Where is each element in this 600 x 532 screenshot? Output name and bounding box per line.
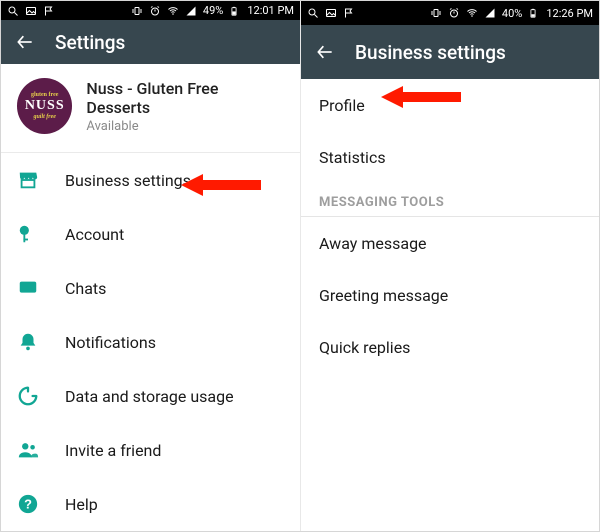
list-item-label: Invite a friend [65,441,161,460]
wifi-icon [466,7,478,19]
business-item-away[interactable]: Away message [301,217,599,269]
app-bar: Settings [1,20,300,64]
picture-icon [325,7,337,19]
alarm-icon [149,5,161,17]
page-title: Settings [55,31,125,54]
settings-item-chats[interactable]: Chats [1,261,300,315]
settings-item-account[interactable]: Account [1,207,300,261]
settings-item-invite[interactable]: Invite a friend [1,423,300,477]
profile-info: Nuss - Gluten Free Desserts Available [86,79,284,134]
avatar: gluten free NUSS guilt free [17,78,72,134]
list-item-label: Quick replies [319,338,410,357]
settings-item-data[interactable]: Data and storage usage [1,369,300,423]
battery-icon [229,5,241,17]
storefront-icon [17,169,39,191]
vibrate-icon [131,5,143,17]
section-header-messaging: MESSAGING TOOLS [301,183,599,217]
settings-item-notifications[interactable]: Notifications [1,315,300,369]
svg-text:?: ? [24,497,32,512]
phone-left: 49% 12:01 PM Settings gluten free NUSS g… [1,1,300,531]
search-notification-icon [7,5,19,17]
status-bar: 40% 12:26 PM [301,1,599,25]
list-item-label: Notifications [65,333,156,352]
list-item-label: Help [65,495,98,514]
business-item-statistics[interactable]: Statistics [301,131,599,183]
settings-item-business[interactable]: Business settings [1,153,300,207]
profile-status: Available [86,119,284,134]
signal-icon [185,5,197,17]
settings-item-help[interactable]: ? Help [1,477,300,531]
bell-icon [17,331,39,353]
app-bar: Business settings [301,25,599,79]
profile-header[interactable]: gluten free NUSS guilt free Nuss - Glute… [1,64,300,153]
list-item-label: Account [65,225,124,244]
back-button[interactable] [15,32,35,52]
business-settings-list: Profile Statistics MESSAGING TOOLS Away … [301,79,599,373]
battery-text: 49% [203,4,223,17]
clock-text: 12:01 PM [247,4,294,17]
list-item-label: Data and storage usage [65,387,234,406]
alarm-icon [448,7,460,19]
search-notification-icon [307,7,319,19]
data-icon [17,385,39,407]
list-item-label: Chats [65,279,106,298]
flag-icon [43,5,55,17]
clock-text: 12:26 PM [546,7,593,20]
list-item-label: Greeting message [319,286,448,305]
flag-icon [343,7,355,19]
back-button[interactable] [315,42,335,62]
settings-list: Business settings Account Chats Notifica… [1,153,300,531]
business-item-greeting[interactable]: Greeting message [301,269,599,321]
signal-icon [484,7,496,19]
status-bar: 49% 12:01 PM [1,1,300,20]
list-item-label: Business settings [65,171,191,190]
list-item-label: Profile [319,96,365,115]
business-item-profile[interactable]: Profile [301,79,599,131]
people-icon [17,439,39,461]
business-item-quick[interactable]: Quick replies [301,321,599,373]
help-icon: ? [17,493,39,515]
battery-icon [528,7,540,19]
profile-name: Nuss - Gluten Free Desserts [86,79,284,117]
chat-icon [17,277,39,299]
vibrate-icon [430,7,442,19]
picture-icon [25,5,37,17]
list-item-label: Statistics [319,148,386,167]
key-icon [17,223,39,245]
page-title: Business settings [355,41,506,64]
list-item-label: Away message [319,234,427,253]
wifi-icon [167,5,179,17]
phone-right: 40% 12:26 PM Business settings Profile S… [300,1,599,531]
battery-text: 40% [502,7,522,20]
